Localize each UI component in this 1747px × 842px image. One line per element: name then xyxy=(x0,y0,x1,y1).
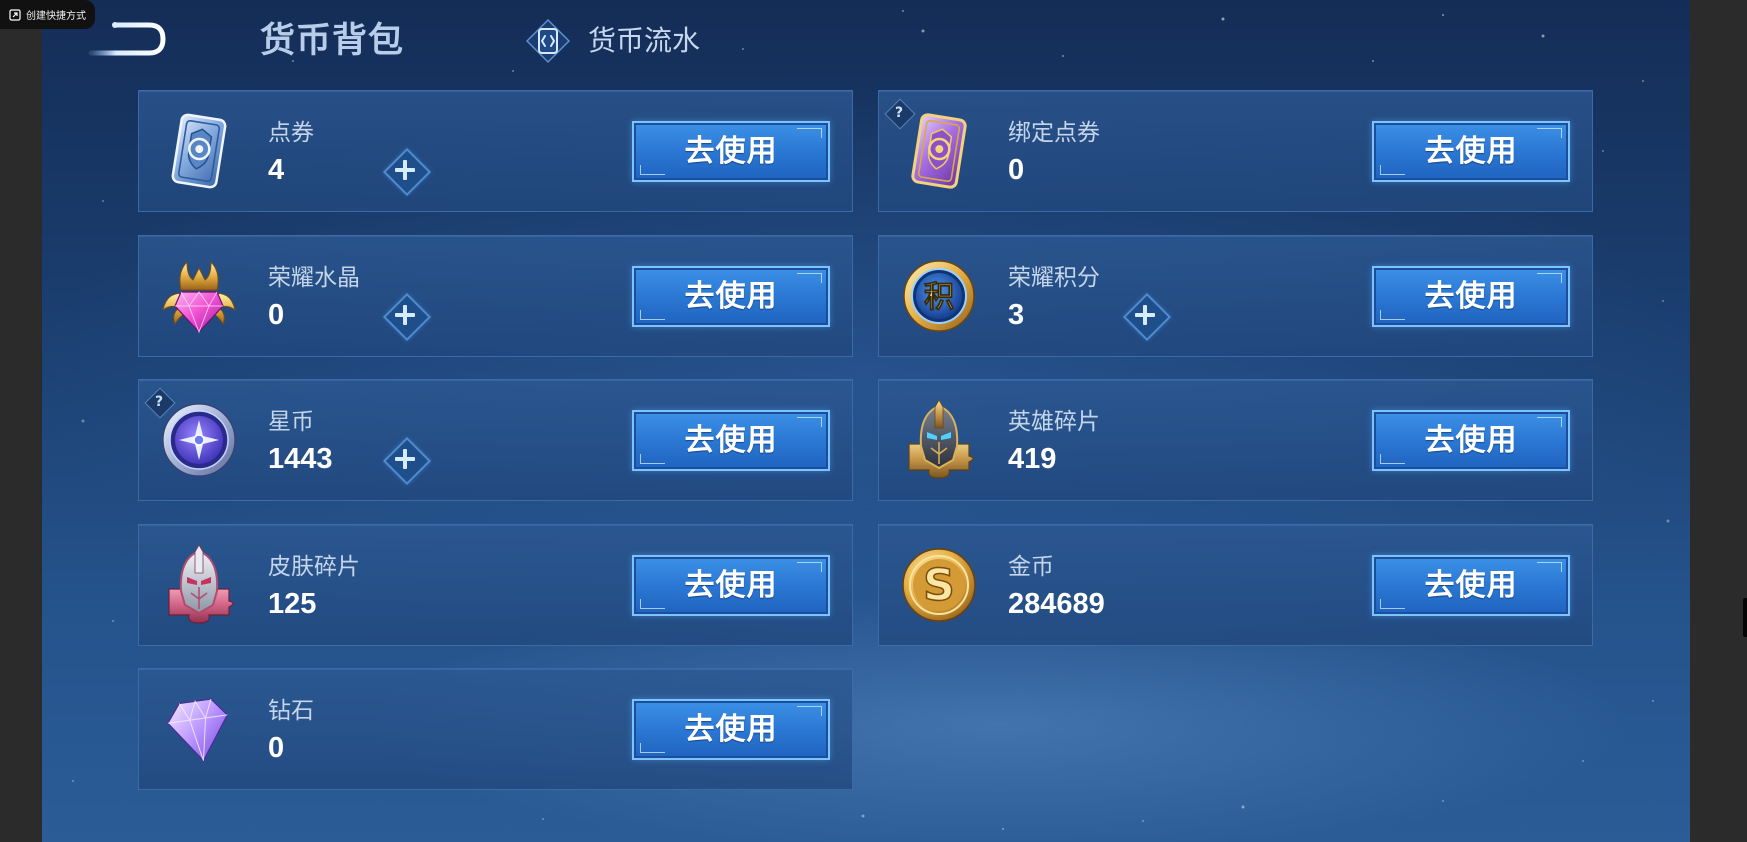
currency-name: 钻石 xyxy=(268,698,314,724)
currency-value: 0 xyxy=(268,732,285,764)
currency-card-glory-crystal: 荣耀水晶 0 去使用 xyxy=(138,234,853,357)
diamond-icon xyxy=(157,687,241,771)
hero-shard-icon xyxy=(897,398,981,482)
add-glory-points-button[interactable] xyxy=(1123,293,1167,337)
currency-card-diamond: 钻石 0 去使用 xyxy=(138,668,853,790)
use-dianquan-button[interactable]: 去使用 xyxy=(632,121,830,182)
currency-card-skin-shard: 皮肤碎片 125 去使用 xyxy=(138,523,853,646)
page-title: 货币背包 xyxy=(260,21,405,61)
currency-card-gold-coin: S 金币 284689 去使用 xyxy=(878,523,1593,646)
currency-name: 荣耀积分 xyxy=(1008,264,1100,291)
currency-card-dianquan: 点券 4 去使用 xyxy=(138,90,853,212)
currency-name: 荣耀水晶 xyxy=(268,264,360,291)
add-star-coin-button[interactable] xyxy=(383,437,427,481)
currency-value: 419 xyxy=(1008,443,1057,475)
currency-value: 0 xyxy=(268,298,285,331)
currency-card-hero-shard: 英雄碎片 419 去使用 xyxy=(878,379,1593,501)
glory-points-logo-text: 积 xyxy=(924,280,954,315)
skin-shard-icon xyxy=(157,543,241,627)
currency-card-star-coin: ? 星币 1443 去使用 xyxy=(138,379,853,501)
currency-name: 点券 xyxy=(268,120,314,146)
app-frame: 创建快捷方式 货币背包 货币流水 点券 4 去使用 ? 绑定点券 0 去使用 荣… xyxy=(0,0,1747,842)
currency-value: 3 xyxy=(1008,298,1025,331)
shortcut-label: 创建快捷方式 xyxy=(26,11,86,22)
back-arrow-icon xyxy=(88,22,166,56)
currency-name: 英雄碎片 xyxy=(1008,409,1100,435)
currency-grid: 点券 4 去使用 ? 绑定点券 0 去使用 荣耀水晶 0 去使用 积 荣耀积分 … xyxy=(138,90,1593,790)
currency-name: 皮肤碎片 xyxy=(268,553,360,580)
game-screen: 货币背包 货币流水 点券 4 去使用 ? 绑定点券 0 去使用 荣耀水晶 0 去… xyxy=(42,0,1690,842)
dianquan-icon xyxy=(157,109,241,193)
plus-icon xyxy=(395,160,415,180)
currency-name: 星币 xyxy=(268,409,314,435)
use-hero-shard-button[interactable]: 去使用 xyxy=(1372,410,1570,471)
edge-handle[interactable] xyxy=(1743,598,1747,637)
currency-value: 284689 xyxy=(1008,587,1105,620)
plus-icon xyxy=(395,449,415,469)
plus-icon xyxy=(395,304,415,325)
bound-dianquan-icon xyxy=(897,109,981,193)
gold-coin-icon: S xyxy=(897,543,981,627)
shortcut-tooltip[interactable]: 创建快捷方式 xyxy=(0,0,95,29)
star-coin-icon xyxy=(157,398,241,482)
transaction-log-icon xyxy=(525,18,571,64)
gold-coin-logo-text: S xyxy=(923,560,955,611)
glory-points-icon: 积 xyxy=(897,254,981,338)
add-glory-crystal-button[interactable] xyxy=(383,293,427,337)
currency-value: 0 xyxy=(1008,154,1025,186)
use-glory-crystal-button[interactable]: 去使用 xyxy=(632,265,830,327)
add-dianquan-button[interactable] xyxy=(383,148,427,192)
use-diamond-button[interactable]: 去使用 xyxy=(632,699,830,760)
use-gold-coin-button[interactable]: 去使用 xyxy=(1372,554,1570,616)
currency-card-bound-dianquan: ? 绑定点券 0 去使用 xyxy=(878,90,1593,212)
currency-card-glory-points: 积 荣耀积分 3 去使用 xyxy=(878,234,1593,357)
currency-value: 4 xyxy=(268,154,285,186)
use-star-coin-button[interactable]: 去使用 xyxy=(632,410,830,471)
tab-currency-history-label: 货币流水 xyxy=(588,24,701,57)
shortcut-icon xyxy=(9,8,21,21)
tab-currency-history[interactable]: 货币流水 xyxy=(525,18,700,64)
use-bound-dianquan-button[interactable]: 去使用 xyxy=(1372,121,1570,182)
back-button[interactable] xyxy=(87,19,169,59)
use-skin-shard-button[interactable]: 去使用 xyxy=(632,554,830,616)
currency-value: 1443 xyxy=(268,443,333,475)
glory-crystal-icon xyxy=(157,254,241,338)
currency-name: 绑定点券 xyxy=(1008,120,1100,146)
plus-icon xyxy=(1135,304,1155,325)
currency-value: 125 xyxy=(268,587,317,620)
use-glory-points-button[interactable]: 去使用 xyxy=(1372,265,1570,327)
currency-name: 金币 xyxy=(1008,553,1054,580)
